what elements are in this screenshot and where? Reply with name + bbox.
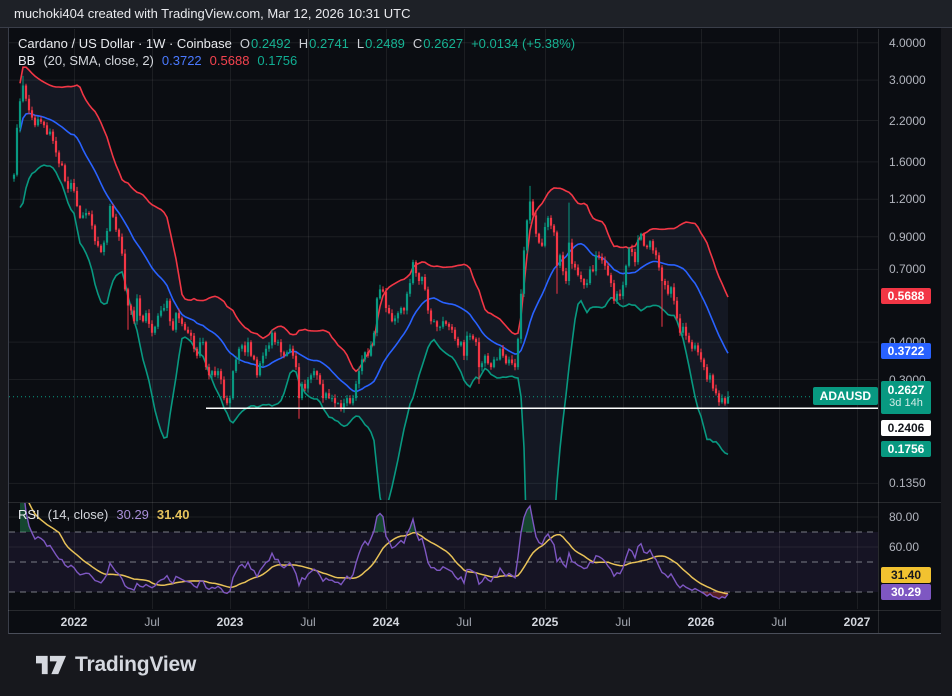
price-badge: 0.3722	[881, 343, 931, 360]
price-tick-label: 0.9000	[889, 229, 926, 244]
current-price-badge: 0.2627 3d 14h	[881, 380, 931, 414]
time-tick-label: 2027	[843, 615, 871, 629]
current-price-value: 0.2627	[887, 382, 925, 397]
rsi-pane	[9, 503, 878, 600]
time-tick-label: 2022	[60, 615, 88, 629]
price-tick-label: 4.0000	[889, 35, 926, 50]
rsi-legend[interactable]: RSI (14, close) 30.29 31.40	[18, 507, 189, 522]
time-tick-label: 2026	[687, 615, 715, 629]
symbol-title: Cardano / US Dollar · 1W · Coinbase	[18, 36, 232, 51]
time-tick-label: 2024	[372, 615, 400, 629]
price-badge: 0.2406	[881, 420, 931, 437]
time-tick-label: Jul	[771, 615, 787, 629]
price-tick-label: 1.6000	[889, 154, 926, 169]
symbol-price-tag: ADAUSD	[812, 386, 878, 405]
footer-bar: TradingView	[0, 634, 952, 696]
time-tick-label: Jul	[615, 615, 631, 629]
rsi-value: 30.29	[116, 507, 149, 522]
ohlc-low: L 0.2489	[356, 36, 405, 51]
ohlc-high: H 0.2741	[298, 36, 349, 51]
bb-name: BB	[18, 53, 36, 68]
bb-legend[interactable]: BB (20, SMA, close, 2) 0.3722 0.5688 0.1…	[18, 53, 297, 68]
rsi-ma-value: 31.40	[156, 507, 190, 522]
tradingview-logo[interactable]: TradingView	[36, 653, 196, 677]
time-tick-label: Jul	[456, 615, 472, 629]
rsi-tick-label: 80.00	[889, 510, 920, 524]
rsi-name: RSI	[18, 507, 40, 522]
bb-lower-value: 0.1756	[257, 53, 298, 68]
price-tick-label: 0.7000	[889, 262, 926, 277]
time-tick-label: 2025	[531, 615, 559, 629]
tradingview-chart-screenshot: muchoki404 created with TradingView.com,…	[0, 0, 952, 696]
price-tick-label: 2.2000	[889, 113, 926, 128]
bar-countdown: 3d 14h	[889, 396, 923, 409]
ohlc-open: O 0.2492	[239, 36, 291, 51]
tradingview-logo-text: TradingView	[75, 653, 197, 676]
symbol-legend[interactable]: Cardano / US Dollar · 1W · Coinbase O 0.2…	[18, 36, 575, 51]
tradingview-logo-icon	[36, 655, 66, 675]
time-tick-label: 2023	[216, 615, 244, 629]
rsi-badge: 30.29	[881, 584, 931, 600]
change-value: +0.0134 (+5.38%)	[471, 36, 576, 51]
price-tick-label: 0.1350	[889, 476, 926, 491]
price-badge: 0.5688	[881, 288, 931, 305]
price-tick-label: 3.0000	[889, 73, 926, 88]
ohlc-close: C 0.2627	[412, 36, 464, 51]
time-tick-label: Jul	[300, 615, 316, 629]
rsi-params: (14, close)	[47, 507, 109, 522]
chart-canvas[interactable]	[0, 0, 952, 634]
price-badge: 0.1756	[881, 441, 931, 458]
bb-basis-value: 0.3722	[161, 53, 202, 68]
price-tick-label: 1.2000	[889, 192, 926, 207]
rsi-badge: 31.40	[881, 567, 931, 583]
time-tick-label: Jul	[144, 615, 160, 629]
rsi-tick-label: 60.00	[889, 540, 920, 554]
bb-params: (20, SMA, close, 2)	[43, 53, 154, 68]
bb-upper-value: 0.5688	[209, 53, 250, 68]
